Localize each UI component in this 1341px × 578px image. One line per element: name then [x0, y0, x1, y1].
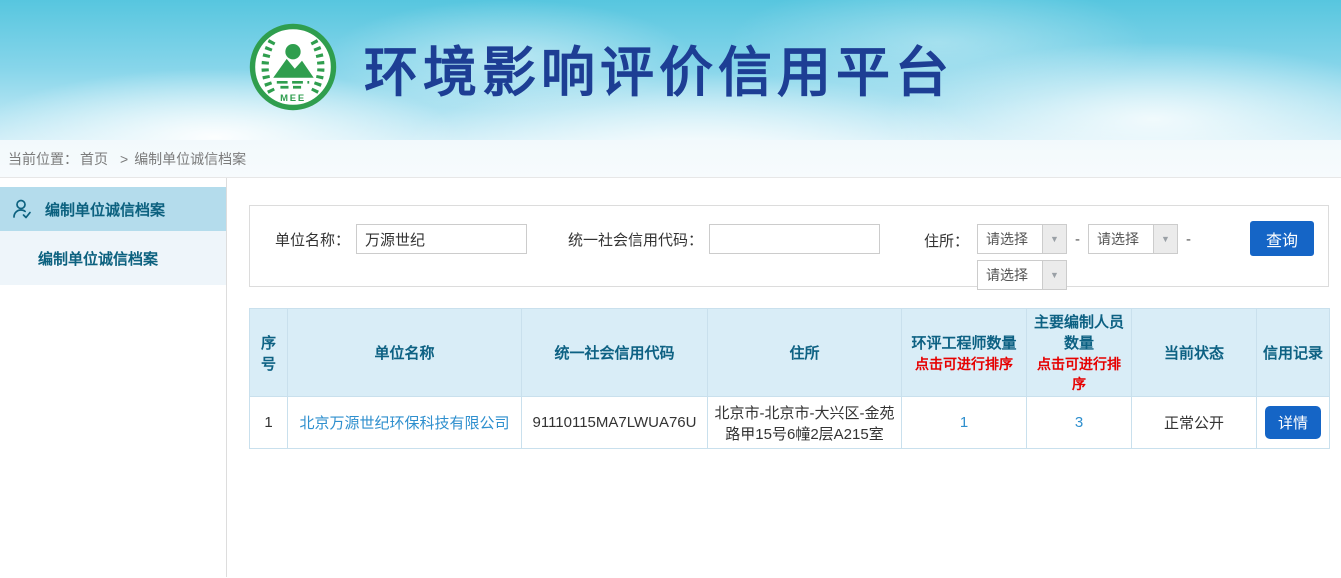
chevron-down-icon[interactable]: ▼ — [1042, 261, 1066, 289]
col-staff-count-sortable[interactable]: 主要编制人员数量 点击可进行排序 — [1027, 309, 1132, 397]
query-button[interactable]: 查询 — [1250, 221, 1314, 256]
unit-name-link[interactable]: 北京万源世纪环保科技有限公司 — [299, 415, 509, 432]
dash-separator: - — [1186, 231, 1191, 248]
dash-separator: - — [1075, 231, 1080, 248]
address-province-select[interactable]: 请选择 ▼ — [977, 224, 1067, 254]
col-engineer-count-sortable[interactable]: 环评工程师数量 点击可进行排序 — [902, 309, 1027, 397]
col-unit-name: 单位名称 — [288, 309, 522, 397]
col-index: 序号 — [250, 309, 288, 397]
unit-name-input[interactable] — [356, 224, 527, 254]
address-city-select[interactable]: 请选择 ▼ — [1088, 224, 1178, 254]
main-content: 单位名称： 统一社会信用代码： 住所： 请选择 ▼ - — [227, 178, 1341, 577]
breadcrumb-current: 编制单位诚信档案 — [134, 149, 246, 169]
address-district-value: 请选择 — [978, 261, 1042, 289]
detail-button[interactable]: 详情 — [1265, 406, 1321, 439]
site-header: MEE 环境影响评价信用平台 — [0, 0, 1341, 140]
mee-logo: MEE — [248, 22, 338, 112]
chevron-down-icon[interactable]: ▼ — [1042, 225, 1066, 253]
col-address: 住所 — [708, 309, 902, 397]
breadcrumb-label: 当前位置： — [8, 149, 78, 169]
user-check-icon — [10, 197, 34, 221]
page-body: 编制单位诚信档案 编制单位诚信档案 单位名称： 统一社会信用代码： 住所： 请选 — [0, 178, 1341, 577]
status-cell: 正常公开 — [1132, 397, 1257, 449]
engineer-count-link[interactable]: 1 — [960, 414, 968, 431]
col-credit-code: 统一社会信用代码 — [522, 309, 708, 397]
breadcrumb-home-link[interactable]: 首页 — [80, 149, 108, 169]
breadcrumb: 当前位置： 首页 > 编制单位诚信档案 — [0, 140, 1341, 178]
address-district-select[interactable]: 请选择 ▼ — [977, 260, 1067, 290]
mee-logo-text: MEE — [280, 93, 306, 104]
sort-hint[interactable]: 点击可进行排序 — [906, 354, 1022, 374]
address-province-value: 请选择 — [978, 225, 1042, 253]
search-panel: 单位名称： 统一社会信用代码： 住所： 请选择 ▼ - — [249, 205, 1329, 287]
address-city-value: 请选择 — [1089, 225, 1153, 253]
staff-count-link[interactable]: 3 — [1075, 414, 1083, 431]
address-label: 住所： — [924, 230, 969, 251]
address-field: 住所： 请选择 ▼ - 请选择 ▼ - — [924, 224, 1191, 290]
col-status: 当前状态 — [1132, 309, 1257, 397]
table-header-row: 序号 单位名称 统一社会信用代码 住所 环评工程师数量 点击可进行排序 主要编制… — [250, 309, 1330, 397]
sort-hint[interactable]: 点击可进行排序 — [1031, 354, 1127, 394]
sidebar-item-credit-archive[interactable]: 编制单位诚信档案 — [0, 231, 226, 285]
address-cell: 北京市-北京市-大兴区-金苑路甲15号6幢2层A215室 — [708, 397, 902, 449]
sidebar: 编制单位诚信档案 编制单位诚信档案 — [0, 178, 227, 577]
row-index: 1 — [250, 397, 288, 449]
unit-name-field: 单位名称： — [275, 224, 527, 254]
col-staff-count-label: 主要编制人员数量 — [1031, 311, 1127, 353]
col-credit-record: 信用记录 — [1257, 309, 1330, 397]
table-row: 1 北京万源世纪环保科技有限公司 91110115MA7LWUA76U 北京市-… — [250, 397, 1330, 449]
chevron-down-icon[interactable]: ▼ — [1153, 225, 1177, 253]
credit-code-label: 统一社会信用代码： — [568, 229, 703, 250]
col-engineer-count-label: 环评工程师数量 — [906, 332, 1022, 353]
credit-code-field: 统一社会信用代码： — [568, 224, 880, 254]
sidebar-group-label: 编制单位诚信档案 — [45, 199, 165, 220]
results-table: 序号 单位名称 统一社会信用代码 住所 环评工程师数量 点击可进行排序 主要编制… — [249, 308, 1330, 449]
breadcrumb-separator: > — [120, 151, 128, 167]
sidebar-item-label: 编制单位诚信档案 — [38, 248, 158, 269]
brand: MEE 环境影响评价信用平台 — [248, 22, 954, 112]
credit-code-input[interactable] — [709, 224, 880, 254]
unit-name-label: 单位名称： — [275, 229, 350, 250]
credit-code-cell: 91110115MA7LWUA76U — [522, 397, 708, 449]
site-title: 环境影响评价信用平台 — [364, 28, 954, 107]
sidebar-group-credit-archive[interactable]: 编制单位诚信档案 — [0, 187, 226, 231]
